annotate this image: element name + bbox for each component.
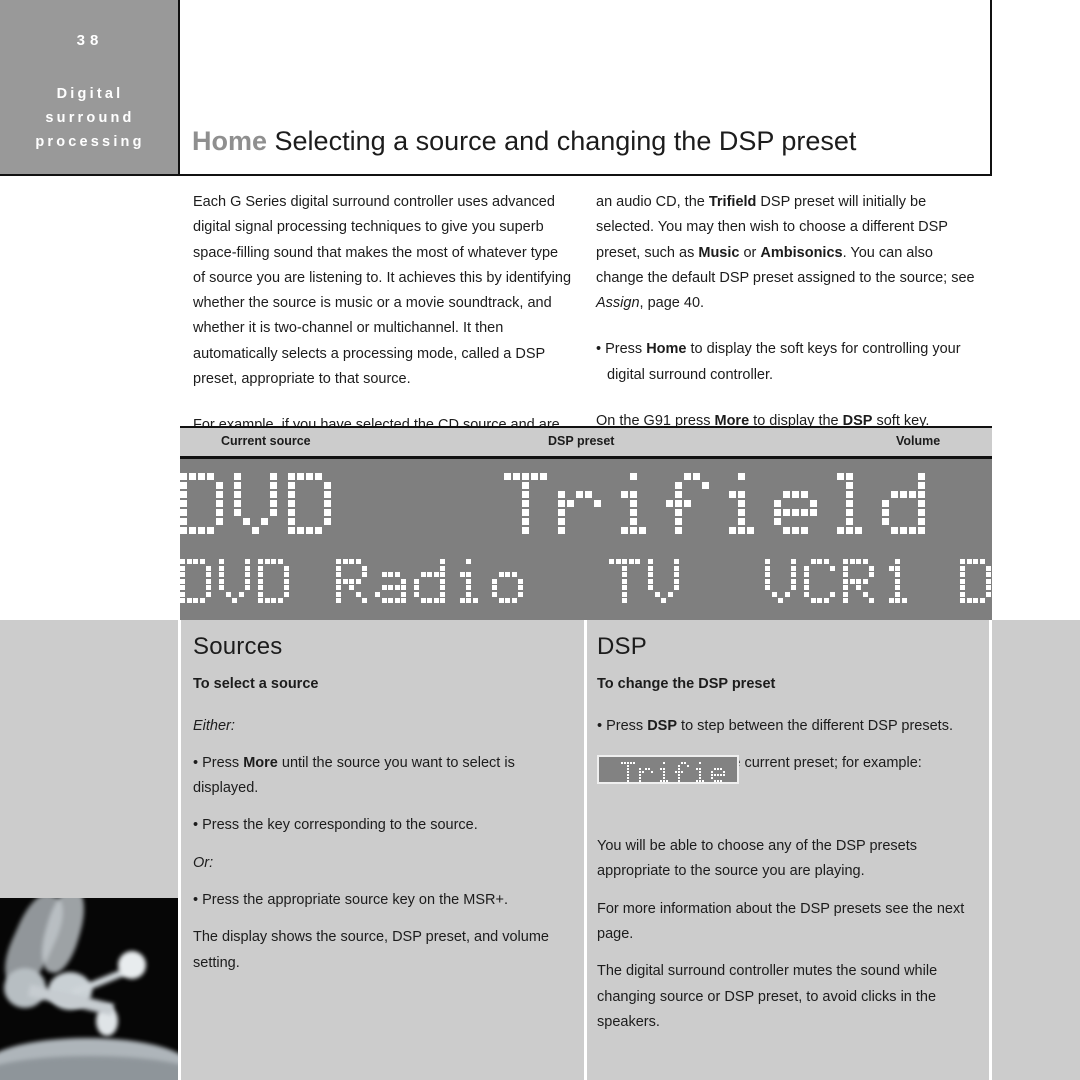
- caption-current-source: Current source: [221, 434, 311, 448]
- chapter-label: Digital surround processing: [0, 82, 180, 154]
- chapter-label-line-1: Digital: [56, 86, 124, 102]
- lcd-inset-display: [597, 755, 739, 784]
- intro-paragraph-1: Each G Series digital surround controlle…: [193, 194, 572, 388]
- sources-either-label: Either:: [193, 717, 235, 734]
- intro-column-right: an audio CD, the Trifield DSP preset wil…: [596, 190, 976, 434]
- dsp-paragraph-3: You will be able to choose any of the DS…: [597, 838, 918, 880]
- rule-vertical-heading-left: [178, 0, 180, 175]
- display-caption-strip: Current source DSP preset Volume: [180, 428, 992, 456]
- drummer-photo: [0, 898, 178, 1080]
- chapter-tab: 38 Digital surround processing: [0, 0, 180, 175]
- lcd-top-text: [180, 473, 992, 536]
- page-title-prefix: Home: [192, 126, 268, 156]
- chapter-label-line-3: processing: [35, 134, 145, 150]
- lcd-softkey-text: [180, 559, 992, 605]
- page-title-text: Selecting a source and changing the DSP …: [274, 126, 857, 156]
- document-page: 38 Digital surround processing Home Sele…: [0, 0, 1080, 1080]
- dsp-subtitle: To change the DSP preset: [597, 676, 776, 693]
- page-number: 38: [76, 32, 104, 49]
- photo-drum-shadow: [0, 1056, 178, 1080]
- photo-mallet-head: [118, 951, 146, 979]
- lcd-inset-text: [621, 762, 737, 782]
- sources-bullet-3: • Press the appropriate source key on th…: [193, 892, 508, 909]
- heading-band: Home Selecting a source and changing the…: [180, 0, 992, 175]
- sources-bullet-1: • Press More until the source you want t…: [193, 754, 515, 797]
- chapter-label-line-2: surround: [45, 110, 135, 126]
- caption-volume: Volume: [896, 434, 941, 448]
- intro-body: Each G Series digital surround controlle…: [180, 176, 992, 459]
- lcd-softkey-row: [180, 559, 992, 605]
- dsp-bullet-1: • Press DSP to step between the differen…: [597, 717, 953, 734]
- lower-separator-left: [178, 620, 181, 1080]
- lcd-top-row: [180, 473, 992, 536]
- sources-subtitle: To select a source: [193, 676, 319, 693]
- dsp-title: DSP: [597, 633, 647, 660]
- sources-title: Sources: [193, 633, 283, 660]
- caption-dsp-preset: DSP preset: [548, 434, 615, 448]
- intro-bullet-home: • Press Home to display the soft keys fo…: [596, 341, 961, 383]
- sources-section: Sources To select a source Either: • Pre…: [193, 634, 569, 988]
- intro-paragraph-3: an audio CD, the Trifield DSP preset wil…: [596, 194, 975, 312]
- page-title: Home Selecting a source and changing the…: [192, 126, 856, 157]
- lcd-display: [180, 459, 992, 620]
- sources-closing: The display shows the source, DSP preset…: [193, 929, 549, 971]
- sources-or-label: Or:: [193, 854, 214, 871]
- intro-column-left: Each G Series digital surround controlle…: [193, 190, 573, 464]
- dsp-paragraph-5: The digital surround controller mutes th…: [597, 963, 938, 1030]
- lower-separator-right: [989, 620, 992, 1080]
- dsp-section: DSP To change the DSP preset • Press DSP…: [597, 634, 973, 1047]
- dsp-paragraph-4: For more information about the DSP prese…: [597, 900, 965, 943]
- lower-separator-middle: [584, 620, 587, 1080]
- sources-bullet-2: • Press the key corresponding to the sou…: [193, 817, 478, 834]
